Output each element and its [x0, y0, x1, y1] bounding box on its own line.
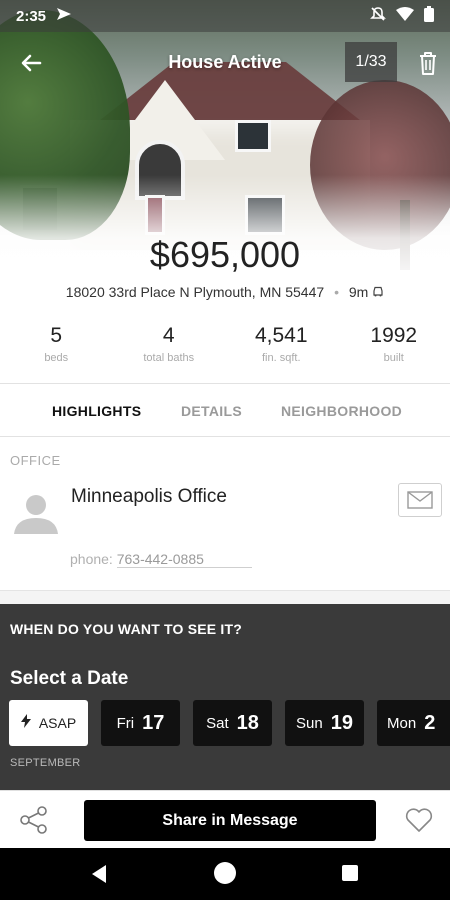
- mute-icon: [370, 6, 386, 26]
- trash-icon[interactable]: [414, 48, 442, 78]
- car-icon: [372, 284, 384, 300]
- top-bar: House Active 1/33: [0, 40, 450, 84]
- listing-price: $695,000: [149, 234, 301, 275]
- wifi-icon: [396, 7, 414, 25]
- tab-neighborhood[interactable]: NEIGHBORHOOD: [281, 403, 402, 419]
- stat-label: total baths: [143, 352, 195, 364]
- date-num: 19: [330, 711, 353, 734]
- stat-sqft: 4,541 fin. sqft.: [225, 318, 338, 383]
- select-date-heading: Select a Date: [10, 668, 129, 689]
- status-time: 2:35: [16, 7, 47, 25]
- office-heading: OFFICE: [10, 453, 61, 468]
- date-num: 18: [236, 711, 259, 734]
- date-num: 17: [142, 711, 165, 734]
- date-num: 2: [424, 711, 436, 734]
- share-in-message-button[interactable]: Share in Message: [84, 800, 376, 841]
- house-window: [235, 120, 271, 152]
- separator-dot: •: [334, 284, 339, 300]
- bottom-action-bar: Share in Message: [0, 790, 450, 848]
- battery-icon: [424, 6, 434, 26]
- office-phone-row: phone: 763-442-0885: [70, 551, 252, 568]
- date-day: Fri: [116, 714, 135, 732]
- stat-label: fin. sqft.: [261, 352, 301, 364]
- phone-label: phone:: [70, 551, 113, 567]
- stat-value: 1992: [370, 324, 418, 347]
- stat-built: 1992 built: [338, 318, 450, 383]
- listing-address[interactable]: 18020 33rd Place N Plymouth, MN 55447: [66, 284, 324, 300]
- nav-recents-icon[interactable]: [342, 865, 358, 881]
- status-icons: [370, 6, 434, 26]
- tab-details[interactable]: DETAILS: [181, 403, 242, 419]
- stat-label: beds: [44, 352, 69, 364]
- section-divider: [0, 590, 450, 604]
- nav-home-icon[interactable]: [214, 862, 236, 884]
- send-icon: [56, 7, 72, 25]
- mail-icon[interactable]: [398, 483, 442, 517]
- listing-address-row: 18020 33rd Place N Plymouth, MN 55447 • …: [0, 284, 450, 300]
- photo-counter[interactable]: 1/33: [345, 42, 397, 82]
- date-day: Sun: [296, 714, 323, 732]
- stat-beds: 5 beds: [0, 318, 113, 383]
- detail-tabs: HIGHLIGHTS DETAILS NEIGHBORHOOD: [0, 385, 450, 437]
- status-bar: 2:35: [0, 0, 450, 32]
- system-nav-bar: [0, 848, 450, 900]
- tab-highlights[interactable]: HIGHLIGHTS: [52, 403, 141, 419]
- schedule-section: WHEN DO YOU WANT TO SEE IT? Select a Dat…: [0, 604, 450, 790]
- stat-label: built: [383, 352, 404, 364]
- date-asap-button[interactable]: ASAP: [9, 700, 88, 746]
- date-button-sat[interactable]: Sat 18: [193, 700, 272, 746]
- stat-value: 4,541: [254, 324, 308, 347]
- date-day: Mon: [387, 714, 417, 732]
- schedule-question: WHEN DO YOU WANT TO SEE IT?: [10, 621, 243, 637]
- listing-stats: 5 beds 4 total baths 4,541 fin. sqft. 19…: [0, 318, 450, 384]
- drive-time: 9m: [348, 284, 369, 300]
- lightning-icon: [20, 713, 31, 733]
- stat-value: 4: [162, 324, 175, 347]
- nav-back-icon[interactable]: [90, 864, 108, 889]
- stat-baths: 4 total baths: [113, 318, 226, 383]
- person-icon: [14, 492, 58, 536]
- month-label: SEPTEMBER: [10, 757, 81, 769]
- date-button-mon[interactable]: Mon 2: [377, 700, 450, 746]
- date-day: Sat: [206, 714, 229, 732]
- heart-icon[interactable]: [405, 807, 433, 835]
- share-icon[interactable]: [18, 805, 50, 835]
- date-button-sun[interactable]: Sun 19: [285, 700, 364, 746]
- office-name: Minneapolis Office: [71, 486, 227, 507]
- date-asap-label: ASAP: [38, 715, 77, 731]
- stat-value: 5: [50, 324, 63, 347]
- phone-link[interactable]: 763-442-0885: [116, 551, 252, 568]
- date-button-fri[interactable]: Fri 17: [101, 700, 180, 746]
